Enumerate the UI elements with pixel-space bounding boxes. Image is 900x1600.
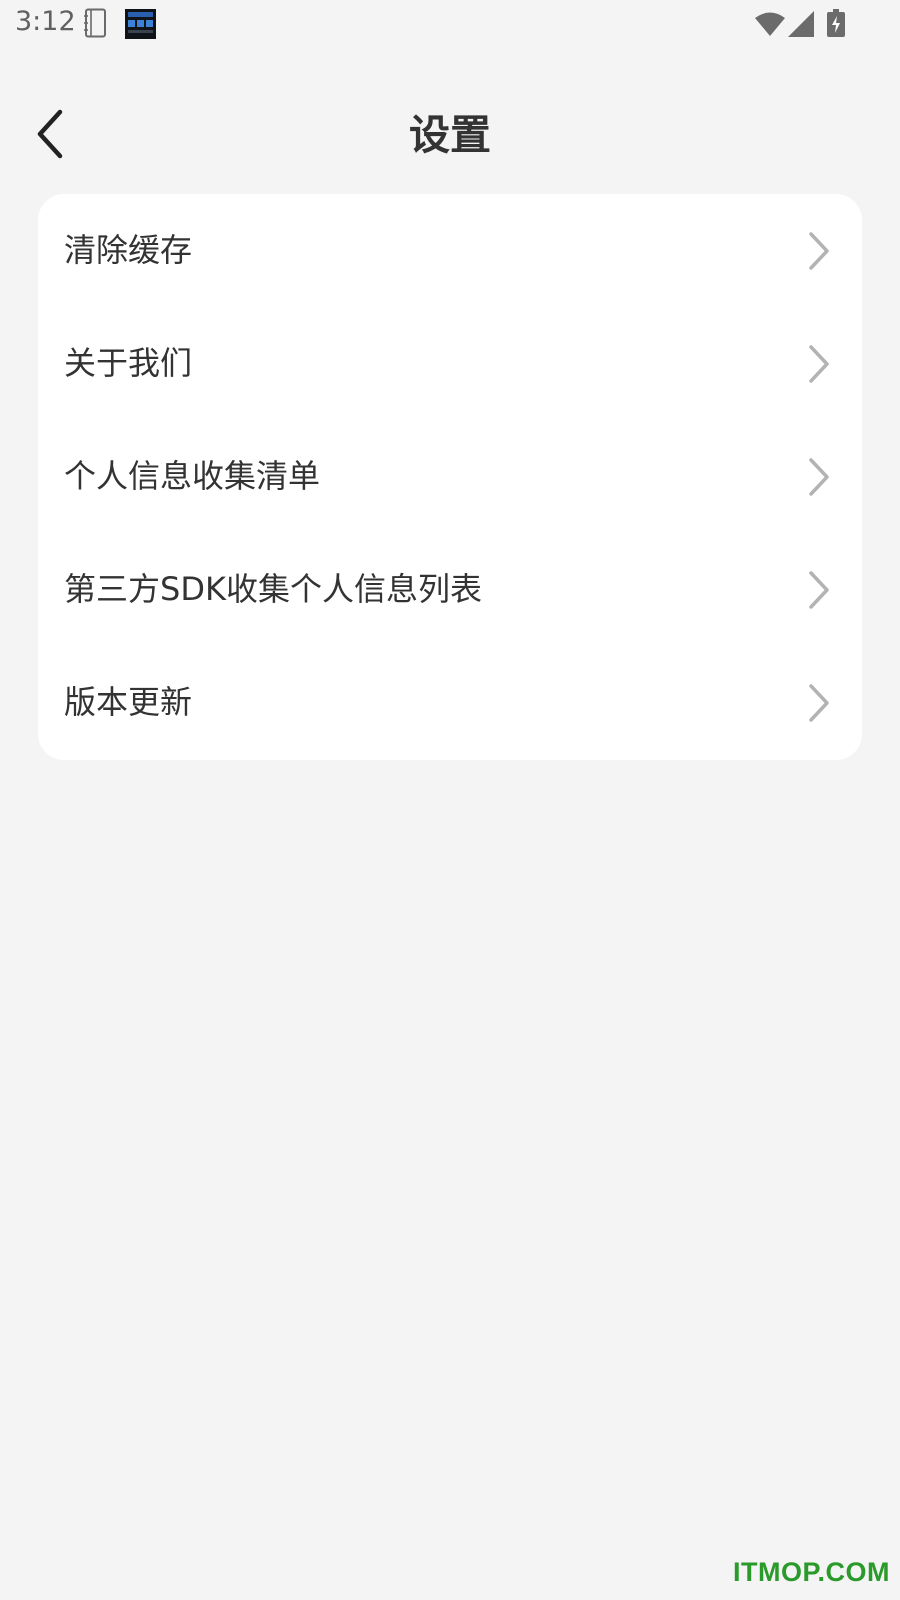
signal-icon (788, 11, 814, 37)
settings-list: 清除缓存 关于我们 个人信息收集清单 第三方SDK收集个人信息列表 版本更新 (38, 194, 862, 760)
settings-item-label: 第三方SDK收集个人信息列表 (64, 570, 482, 608)
status-bar: 3:12 (0, 0, 900, 50)
header: 设置 (0, 80, 900, 190)
settings-item-version-update[interactable]: 版本更新 (38, 646, 862, 759)
watermark: ITMOP.COM (732, 1557, 890, 1587)
settings-item-label: 清除缓存 (64, 231, 193, 269)
chevron-right-icon (809, 345, 829, 383)
settings-item-about-us[interactable]: 关于我们 (38, 307, 862, 420)
wifi-icon (755, 12, 785, 36)
settings-item-personal-info-list[interactable]: 个人信息收集清单 (38, 420, 862, 533)
app-notification-icon (125, 9, 156, 39)
notebook-icon (84, 8, 106, 38)
chevron-right-icon (809, 458, 829, 496)
battery-charging-icon (827, 9, 845, 37)
settings-item-clear-cache[interactable]: 清除缓存 (38, 194, 862, 307)
chevron-right-icon (809, 232, 829, 270)
settings-item-third-party-sdk[interactable]: 第三方SDK收集个人信息列表 (38, 533, 862, 646)
chevron-right-icon (809, 684, 829, 722)
chevron-right-icon (809, 571, 829, 609)
settings-item-label: 版本更新 (64, 683, 193, 721)
status-time: 3:12 (15, 6, 76, 37)
settings-item-label: 个人信息收集清单 (64, 457, 321, 495)
page-title: 设置 (409, 111, 491, 159)
settings-item-label: 关于我们 (64, 344, 193, 382)
